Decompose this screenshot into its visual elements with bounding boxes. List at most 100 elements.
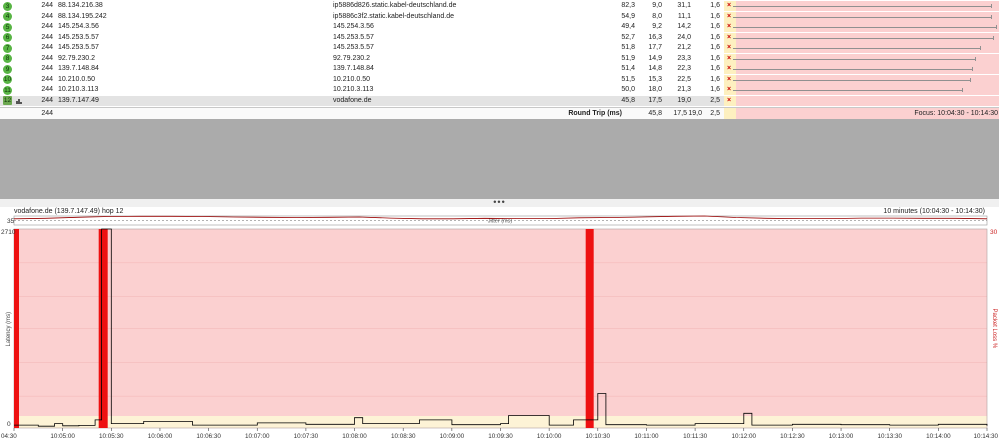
latency-marker-icon: × — [727, 96, 732, 104]
hop-count: 244 — [41, 75, 53, 83]
hop-cur: 31,1 — [677, 2, 691, 9]
latency-range-end — [972, 67, 974, 71]
hop-count: 244 — [41, 54, 53, 62]
hop-ip: 139.7.148.84 — [58, 65, 99, 72]
hop-avg: 51,9 — [621, 54, 635, 62]
x-tick-label: 10:08:30 — [391, 433, 416, 440]
trace-table: 3 244 88.134.216.38 ip5886d826.static.kabel… — [0, 0, 999, 117]
latency-range-end — [961, 88, 963, 92]
table-row[interactable]: 6 244 145.253.5.57 145.253.5.57 52,7 16,3 24,0… — [0, 32, 999, 43]
x-tick-label: 10:08:00 — [342, 433, 367, 440]
latency-marker-icon: × — [727, 33, 732, 41]
table-row[interactable]: 5 244 145.254.3.56 145.254.3.56 49,4 9,2 14,2 1… — [0, 22, 999, 32]
hop-number-badge: 8 — [3, 54, 12, 63]
latency-range-end — [969, 77, 971, 82]
latency-range-line — [733, 58, 975, 60]
hop-mini-graph: × — [724, 1, 999, 11]
latency-marker-icon: × — [727, 86, 732, 93]
hop-number-badge: 3 — [3, 1, 12, 11]
packet-loss-bar — [98, 229, 108, 428]
x-tick-label: 10:09:00 — [440, 433, 465, 440]
x-tick-label: 10:12:00 — [731, 433, 756, 440]
hop-mini-graph: × — [724, 85, 999, 95]
x-tick-label: 10:12:30 — [780, 433, 805, 440]
hop-avg: 52,7 — [621, 33, 635, 41]
hop-number-badge: 10 — [3, 75, 12, 84]
hop-avg: 51,5 — [621, 75, 635, 83]
pane-splitter[interactable]: ••• — [0, 197, 999, 207]
hop-ip: 145.253.5.57 — [58, 33, 99, 41]
hop-hostname: 145.254.3.56 — [333, 23, 374, 30]
x-tick-label: 10:13:00 — [829, 433, 854, 440]
table-row[interactable]: 8 244 92.79.230.2 92.79.230.2 51,9 14,9 23,3 1,… — [0, 53, 999, 64]
timeline-chart[interactable]: Jitter (ms) 35 2710 0 30 Latency (ms) Packet L… — [0, 213, 999, 445]
latency-range-end — [990, 4, 992, 8]
hop-ip: 10.210.3.113 — [58, 86, 99, 93]
hop-pl: 1,6 — [710, 23, 720, 30]
hop-count: 244 — [41, 86, 53, 93]
hop-ip: 88.134.216.38 — [58, 2, 103, 9]
hop-pl: 2,5 — [710, 96, 720, 104]
x-tick-label: 10:05:30 — [99, 433, 124, 440]
hop-min: 14,9 — [648, 54, 662, 62]
x-tick-label: 10:06:30 — [196, 433, 221, 440]
latency-marker-icon: × — [727, 54, 732, 62]
latency-marker-icon: × — [727, 2, 732, 9]
x-tick-label: 10:11:30 — [683, 433, 708, 440]
table-row[interactable]: 10 244 10.210.0.50 10.210.0.50 51,5 15,3 22,5 1… — [0, 74, 999, 85]
y-axis-title: Latency (ms) — [6, 312, 12, 347]
hop-hostname: 92.79.230.2 — [333, 54, 370, 62]
table-row[interactable]: 12 244 139.7.147.49 vodafone.de 45,8 17,5 19,0… — [0, 95, 999, 106]
x-tick-label: 10:13:30 — [877, 433, 902, 440]
x-tick-label: 10:07:30 — [294, 433, 319, 440]
table-row[interactable]: 3 244 88.134.216.38 ip5886d826.static.kabel… — [0, 1, 999, 11]
hop-cur: 19,0 — [677, 96, 691, 104]
hop-count: 244 — [41, 23, 53, 30]
hop-number-badge: 9 — [3, 64, 12, 74]
hop-hostname: 139.7.148.84 — [333, 65, 374, 72]
hop-number-badge: 5 — [3, 22, 12, 32]
jitter-label: Jitter (ms) — [488, 219, 513, 225]
bar-chart-icon — [16, 98, 22, 104]
hop-hostname: ip5886d826.static.kabel-deutschland.de — [333, 2, 457, 9]
hop-cur: 22,3 — [677, 65, 691, 72]
good-latency-band — [14, 416, 987, 428]
latency-range-line — [733, 16, 991, 18]
hop-min: 9,0 — [652, 2, 662, 9]
table-row[interactable]: 4 244 88.134.195.242 ip5886c3f2.static.kabe… — [0, 11, 999, 22]
latency-range-end — [996, 25, 997, 29]
latency-marker-icon: × — [727, 75, 732, 83]
hop-hostname: 145.253.5.57 — [333, 33, 374, 41]
hop-min: 8,0 — [652, 12, 662, 20]
table-row[interactable]: 7 244 145.253.5.57 145.253.5.57 51,8 17,7 21,2… — [0, 43, 999, 53]
hop-mini-graph: × — [724, 22, 999, 32]
hop-mini-graph: × — [724, 64, 999, 74]
hop-min: 15,3 — [648, 75, 662, 83]
latency-range-line — [733, 6, 991, 7]
x-tick-label: 10:09:30 — [488, 433, 513, 440]
summary-cur: 19,0 — [688, 110, 702, 117]
packet-loss-bar — [14, 229, 19, 428]
hop-cur: 23,3 — [677, 54, 691, 62]
hop-number-badge: 4 — [3, 12, 12, 21]
splitter-grip-icon: ••• — [493, 197, 506, 207]
table-row[interactable]: 9 244 139.7.148.84 139.7.148.84 51,4 14,8 22,3… — [0, 64, 999, 74]
hop-pl: 1,6 — [710, 2, 720, 9]
hop-pl: 1,6 — [710, 12, 720, 20]
x-tick-label: 10:11:00 — [634, 433, 659, 440]
hop-number-badge: 7 — [3, 43, 12, 53]
latency-marker-icon: × — [727, 44, 732, 51]
latency-range-end — [993, 35, 995, 40]
hop-cur: 24,0 — [677, 33, 691, 41]
hop-pl: 1,6 — [710, 33, 720, 41]
hop-avg: 51,8 — [621, 44, 635, 51]
x-tick-label: 10:10:30 — [586, 433, 611, 440]
hop-cur: 21,3 — [677, 86, 691, 93]
table-row[interactable]: 11 244 10.210.3.113 10.210.3.113 50,0 18,0 21,… — [0, 85, 999, 95]
latency-range-line — [733, 27, 996, 28]
hop-count: 244 — [41, 44, 53, 51]
focus-range: Focus: 10:04:30 - 10:14:30 — [914, 110, 998, 117]
hop-min: 17,5 — [648, 96, 662, 104]
packet-loss-bar — [585, 229, 594, 428]
latency-range-line — [733, 48, 981, 49]
